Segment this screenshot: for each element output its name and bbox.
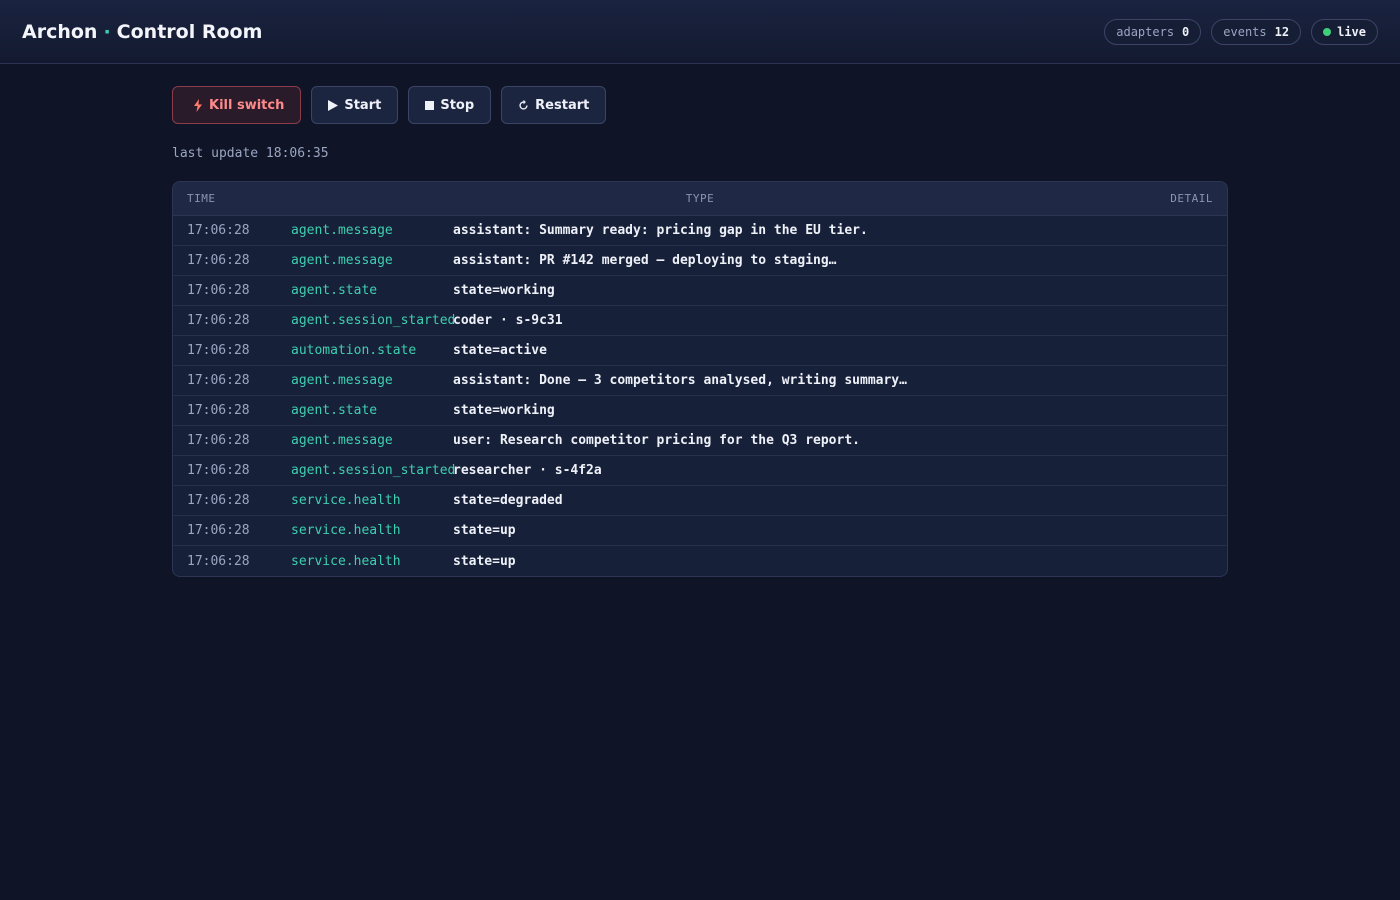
column-header-detail: DETAIL [1170, 192, 1213, 205]
page-title: Archon · Control Room [22, 21, 262, 43]
cell-time: 17:06:28 [187, 493, 250, 508]
cell-type: agent.message [291, 373, 393, 388]
cell-time: 17:06:28 [187, 433, 250, 448]
cell-type: service.health [291, 553, 401, 569]
cell-type: agent.session_started [291, 313, 456, 328]
page-name: Control Room [116, 20, 263, 43]
adapters-count: 0 [1182, 24, 1190, 39]
status-pills: adapters 0 events 12 live [1104, 18, 1378, 45]
cell-time: 17:06:28 [187, 343, 250, 358]
bolt-icon [193, 98, 203, 112]
table-row: 17:06:28 agent.message assistant: Done —… [173, 366, 1227, 396]
cell-detail: state=working [453, 403, 555, 418]
cell-time: 17:06:28 [187, 403, 250, 418]
live-label: live [1337, 24, 1366, 39]
control-toolbar: Kill switch Start Stop Restart [172, 86, 1228, 124]
cell-time: 17:06:28 [187, 253, 250, 268]
table-row: 17:06:28 agent.message user: Research co… [173, 426, 1227, 456]
table-row: 17:06:28 agent.message assistant: Summar… [173, 216, 1227, 246]
table-header: TIME TYPE DETAIL [173, 182, 1227, 216]
stop-label: Stop [440, 97, 475, 113]
events-label: events [1223, 24, 1267, 39]
cell-type: agent.state [291, 283, 378, 298]
cell-detail: assistant: PR #142 merged — deploying to… [453, 253, 837, 268]
cell-type: agent.message [291, 223, 393, 238]
table-row: 17:06:28 service.health state=up [173, 516, 1227, 546]
cell-time: 17:06:28 [187, 313, 250, 328]
main-content: Kill switch Start Stop Restart last upda… [0, 64, 1400, 577]
cell-type: agent.state [291, 403, 378, 418]
cell-time: 17:06:28 [187, 463, 250, 478]
restart-button[interactable]: Restart [501, 86, 607, 124]
table-row: 17:06:28 service.health state=degraded [173, 486, 1227, 516]
play-icon [328, 99, 339, 111]
app-header: Archon · Control Room adapters 0 events … [0, 0, 1400, 64]
events-count: 12 [1274, 24, 1290, 39]
cell-type: agent.message [291, 433, 393, 448]
table-row: 17:06:28 service.health state=up [173, 546, 1227, 576]
table-row: 17:06:28 agent.message assistant: PR #14… [173, 246, 1227, 276]
live-badge: live [1311, 18, 1378, 45]
last-update-text: last update 18:06:35 [172, 146, 329, 161]
cell-detail: state=degraded [453, 493, 563, 508]
kill-switch-label: Kill switch [209, 97, 285, 113]
cell-detail: assistant: Summary ready: pricing gap in… [453, 223, 868, 238]
app-name: Archon [22, 20, 98, 43]
events-table: TIME TYPE DETAIL 17:06:28 agent.message … [172, 181, 1228, 577]
events-badge: events 12 [1211, 18, 1302, 45]
cell-detail: coder · s-9c31 [453, 313, 563, 328]
restart-icon [518, 99, 529, 111]
cell-time: 17:06:28 [187, 223, 250, 238]
table-body: 17:06:28 agent.message assistant: Summar… [173, 216, 1227, 576]
table-row: 17:06:28 agent.state state=working [173, 396, 1227, 426]
live-indicator-icon [1323, 27, 1332, 36]
table-row: 17:06:28 automation.state state=active [173, 336, 1227, 366]
column-header-time: TIME [187, 192, 216, 205]
cell-type: service.health [291, 493, 401, 508]
title-separator: · [103, 20, 111, 43]
cell-detail: state=up [453, 523, 516, 538]
cell-detail: state=up [453, 553, 516, 569]
cell-type: agent.message [291, 253, 393, 268]
cell-detail: state=working [453, 283, 555, 298]
start-button[interactable]: Start [311, 86, 399, 124]
restart-label: Restart [535, 97, 590, 113]
table-row: 17:06:28 agent.session_started coder · s… [173, 306, 1227, 336]
cell-type: automation.state [291, 343, 417, 358]
cell-detail: user: Research competitor pricing for th… [453, 433, 860, 448]
cell-time: 17:06:28 [187, 553, 250, 569]
adapters-label: adapters [1116, 24, 1175, 39]
adapters-badge: adapters 0 [1104, 18, 1202, 45]
cell-time: 17:06:28 [187, 283, 250, 298]
start-label: Start [344, 97, 382, 113]
stop-button[interactable]: Stop [408, 86, 492, 124]
stop-icon [425, 100, 435, 110]
cell-time: 17:06:28 [187, 523, 250, 538]
cell-detail: assistant: Done — 3 competitors analysed… [453, 373, 907, 388]
kill-switch-button[interactable]: Kill switch [172, 86, 302, 124]
table-row: 17:06:28 agent.session_started researche… [173, 456, 1227, 486]
cell-type: agent.session_started [291, 463, 456, 478]
cell-detail: state=active [453, 343, 547, 358]
cell-detail: researcher · s-4f2a [453, 463, 602, 478]
cell-type: service.health [291, 523, 401, 538]
cell-time: 17:06:28 [187, 373, 250, 388]
table-row: 17:06:28 agent.state state=working [173, 276, 1227, 306]
